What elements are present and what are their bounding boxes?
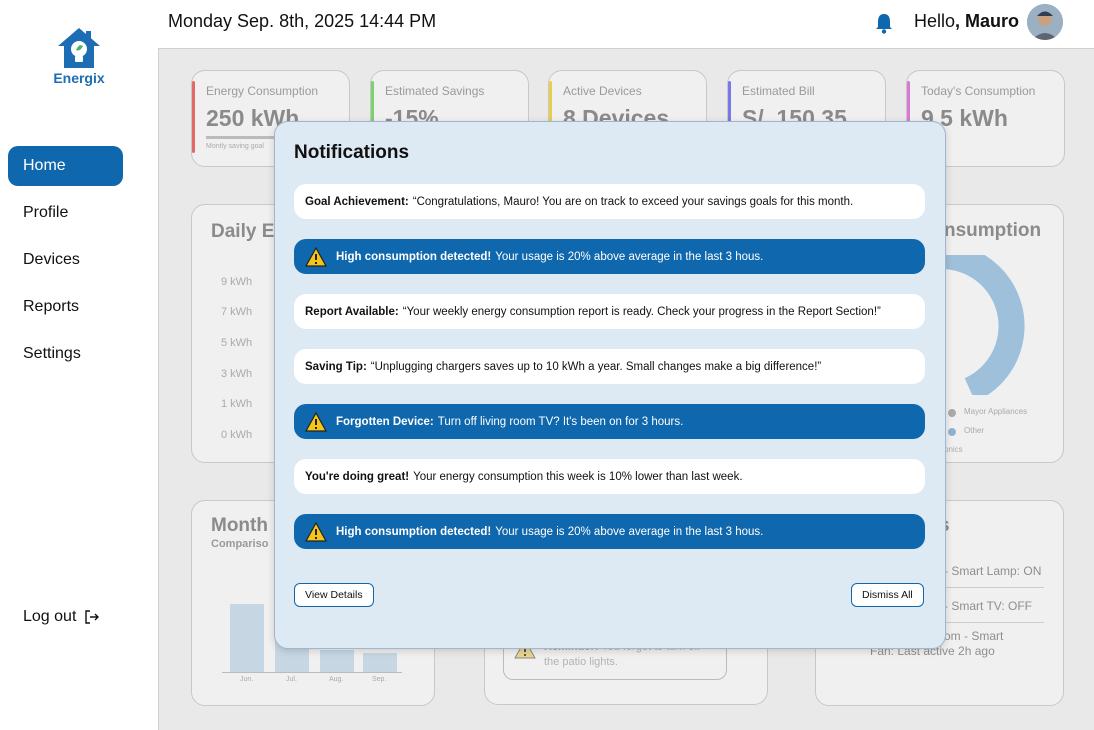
greeting: Hello, Mauro: [913, 11, 1019, 31]
notification-item[interactable]: Saving Tip: “Unplugging chargers saves up…: [294, 349, 925, 384]
reminder-text-2: the patio lights.: [544, 656, 618, 668]
alert-notification[interactable]: High consumption detected! Your usage is …: [294, 514, 925, 549]
notification-item[interactable]: Goal Achievement: “Congratulations, Mauro…: [294, 184, 925, 219]
month-bar: [363, 653, 397, 672]
month-bar: [230, 604, 264, 672]
sidebar-item-reports[interactable]: Reports: [8, 287, 123, 327]
warning-icon: [305, 411, 327, 432]
legend-dot: [948, 409, 956, 417]
device-item: - Smart TV: OFF: [944, 599, 1033, 613]
bell-icon[interactable]: [874, 12, 894, 34]
monthly-subtitle: Compariso: [211, 538, 269, 550]
y-tick: 1 kWh: [221, 398, 253, 410]
axis-line: [222, 672, 402, 673]
goal-progress: [206, 136, 276, 139]
modal-title: Notifications: [294, 142, 410, 163]
alert-notification[interactable]: High consumption detected! Your usage is …: [294, 239, 925, 274]
sidebar-item-profile[interactable]: Profile: [8, 193, 123, 233]
notification-text: Your energy consumption this week is 10%…: [413, 470, 743, 483]
warning-icon: [305, 246, 327, 267]
dismiss-all-button[interactable]: Dismiss All: [851, 583, 924, 607]
user-name: Mauro: [965, 11, 1019, 31]
notification-title: High consumption detected!: [336, 525, 492, 538]
consumption-card: nsumption Mayor Appliances Other onics: [929, 204, 1064, 463]
y-tick: 9 kWh: [221, 276, 253, 288]
logout-icon: [85, 610, 100, 624]
sidebar-item-settings[interactable]: Settings: [8, 334, 123, 374]
sidebar-nav: Home Profile Devices Reports Settings: [8, 146, 123, 381]
avatar[interactable]: [1027, 4, 1063, 40]
monthly-title: Month: [211, 515, 268, 536]
stat-label: Energy Consumption: [206, 84, 319, 98]
current-datetime: Monday Sep. 8th, 2025 14:44 PM: [168, 11, 437, 31]
sidebar: Energix Home Profile Devices Reports Set…: [0, 0, 159, 730]
notification-item[interactable]: You're doing great! Your energy consumpti…: [294, 459, 925, 494]
stat-accent: [192, 81, 195, 153]
y-tick: 0 kWh: [221, 429, 253, 441]
house-bulb-icon: [58, 28, 100, 68]
greeting-text: Hello: [913, 11, 955, 31]
notification-text: Your usage is 20% above average in the l…: [495, 250, 764, 263]
logout-label: Log out: [23, 608, 77, 625]
stat-label: Estimated Savings: [385, 84, 485, 98]
consumption-title: nsumption: [944, 220, 1042, 241]
notification-title: Forgotten Device:: [336, 415, 434, 428]
legend-label: Mayor Appliances: [964, 407, 1028, 416]
month-label: Aug.: [329, 676, 344, 683]
device-item: om - Smart: [944, 629, 1004, 643]
notification-title: High consumption detected!: [336, 250, 492, 263]
notification-title: Report Available:: [305, 305, 399, 318]
notification-title: Saving Tip:: [305, 360, 367, 373]
month-bar: [320, 650, 354, 672]
sidebar-item-devices[interactable]: Devices: [8, 240, 123, 280]
legend-label: Other: [964, 426, 985, 435]
device-item: - Smart Lamp: ON: [944, 564, 1042, 578]
notification-text: “Congratulations, Mauro! You are on trac…: [412, 195, 854, 208]
month-label: Jun.: [240, 676, 254, 683]
notification-text: “Unplugging chargers saves up to 10 kWh …: [370, 360, 822, 373]
legend-label: onics: [944, 445, 963, 454]
month-label: Jul.: [286, 676, 297, 683]
notification-text: Your usage is 20% above average in the l…: [495, 525, 764, 538]
notification-title: Goal Achievement:: [305, 195, 409, 208]
stat-label: Active Devices: [563, 84, 642, 98]
notification-text: Turn off living room TV? It's been on fo…: [437, 415, 684, 428]
legend-dot: [948, 428, 956, 436]
sidebar-item-home[interactable]: Home: [8, 146, 123, 186]
energix-logo[interactable]: Energix: [49, 26, 109, 86]
view-details-button[interactable]: View Details: [294, 583, 374, 607]
stat-note: Montly saving goal: [206, 143, 264, 150]
y-tick: 3 kWh: [221, 368, 253, 380]
month-label: Sep.: [372, 676, 387, 683]
daily-chart-title: Daily E: [211, 221, 275, 242]
alert-notification[interactable]: Forgotten Device: Turn off living room TV…: [294, 404, 925, 439]
notifications-modal: Notifications Goal Achievement: “Congratu…: [274, 121, 946, 649]
y-tick: 5 kWh: [221, 337, 253, 349]
stat-label: Estimated Bill: [742, 84, 815, 98]
app-name: Energix: [53, 70, 105, 86]
stat-label: Today's Consumption: [921, 84, 1036, 98]
top-header: Monday Sep. 8th, 2025 14:44 PM Hello, Ma…: [158, 0, 1094, 49]
logout-button[interactable]: Log out: [23, 608, 100, 626]
notification-title: You're doing great!: [305, 470, 410, 483]
y-tick: 7 kWh: [221, 306, 253, 318]
notification-text: “Your weekly energy consumption report i…: [402, 305, 881, 318]
warning-icon: [305, 521, 327, 542]
user-avatar-icon: [1027, 4, 1063, 40]
notification-item[interactable]: Report Available: “Your weekly energy con…: [294, 294, 925, 329]
